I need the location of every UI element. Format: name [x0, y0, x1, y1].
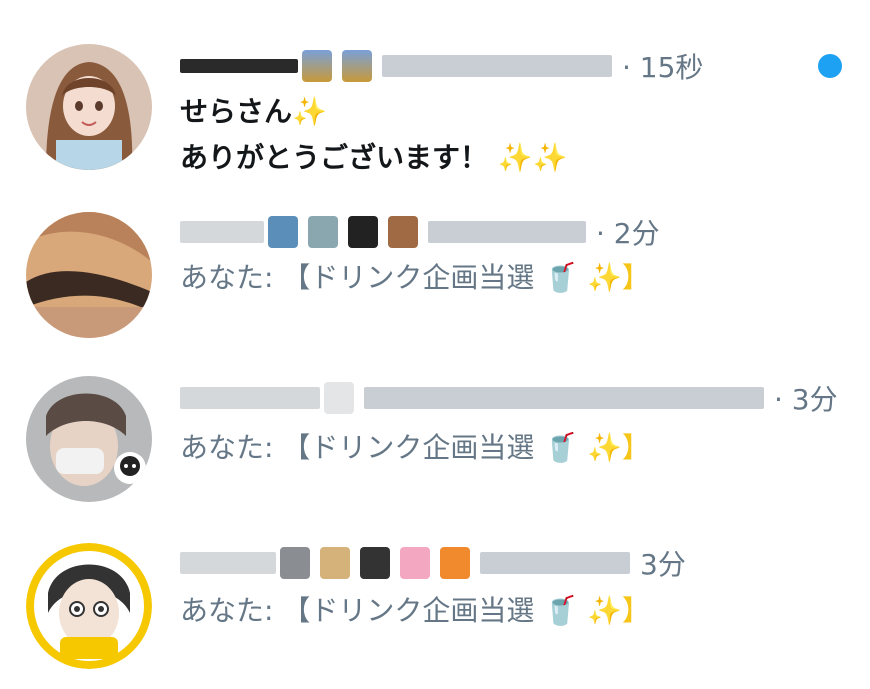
blurred-emoji-icon [348, 216, 378, 248]
cup-icon: 🥤 [543, 594, 579, 627]
avatar-emoji-icon [342, 50, 372, 82]
conversation-item-2[interactable]: · 2分 あなた: 【ドリンク企画当選 🥤 ✨】 [0, 190, 870, 360]
avatar-emoji-icon [302, 50, 332, 82]
timestamp: · 3分 [774, 383, 838, 416]
blurred-emoji-icon [268, 216, 298, 248]
cup-icon: 🥤 [543, 261, 579, 294]
message-line-2: ありがとうございます！ ✨✨ [180, 141, 568, 174]
display-name-line: · 2分 [180, 212, 660, 252]
redacted-name [180, 221, 264, 243]
message-preview: あなた: 【ドリンク企画当選 🥤 ✨】 [180, 594, 650, 627]
timestamp: · 2分 [596, 217, 660, 250]
redacted-name [180, 59, 298, 73]
blurred-emoji-icon [360, 547, 390, 579]
blurred-emoji-icon [280, 547, 310, 579]
display-name-line: · 15秒 [180, 46, 703, 86]
message-line-1: せらさん✨ [180, 95, 327, 128]
sparkle-icon: ✨】 [587, 431, 650, 464]
sparkle-icon: ✨ [292, 95, 327, 128]
sparkle-icon: ✨】 [587, 261, 650, 294]
timestamp: · 15秒 [622, 51, 704, 84]
timestamp: 3分 [640, 548, 686, 581]
message-preview: あなた: 【ドリンク企画当選 🥤 ✨】 [180, 261, 650, 294]
conversation-item-1[interactable]: · 15秒 せらさん✨ ありがとうございます！ ✨✨ [0, 0, 870, 190]
redacted-name [180, 552, 276, 574]
redacted-handle [364, 387, 764, 409]
blurred-emoji-icon [440, 547, 470, 579]
cartoon-face-avatar[interactable] [26, 543, 152, 669]
cup-icon: 🥤 [543, 431, 579, 464]
display-name-line: 3分 [180, 543, 686, 583]
redacted-handle [480, 552, 630, 574]
unread-indicator-icon [818, 54, 842, 78]
conversation-item-3[interactable]: · 3分 あなた: 【ドリンク企画当選 🥤 ✨】 [0, 360, 870, 525]
message-preview: あなた: 【ドリンク企画当選 🥤 ✨】 [180, 431, 650, 464]
blurred-emoji-icon [320, 547, 350, 579]
anime-girl-avatar[interactable] [26, 44, 152, 170]
sparkle-icon: ✨】 [587, 594, 650, 627]
redacted-handle [382, 55, 612, 77]
blurred-emoji-icon [400, 547, 430, 579]
redacted-name [180, 387, 320, 409]
redacted-handle [428, 221, 586, 243]
blurred-emoji-icon [388, 216, 418, 248]
blurred-emoji-icon [324, 382, 354, 414]
display-name-line: · 3分 [180, 378, 838, 418]
selfie-photo-avatar[interactable] [26, 376, 152, 502]
blurred-emoji-icon [308, 216, 338, 248]
hair-photo-avatar[interactable] [26, 212, 152, 338]
conversation-item-4[interactable]: 3分 あなた: 【ドリンク企画当選 🥤 ✨】 [0, 525, 870, 689]
sparkle-icon: ✨✨ [497, 141, 568, 174]
